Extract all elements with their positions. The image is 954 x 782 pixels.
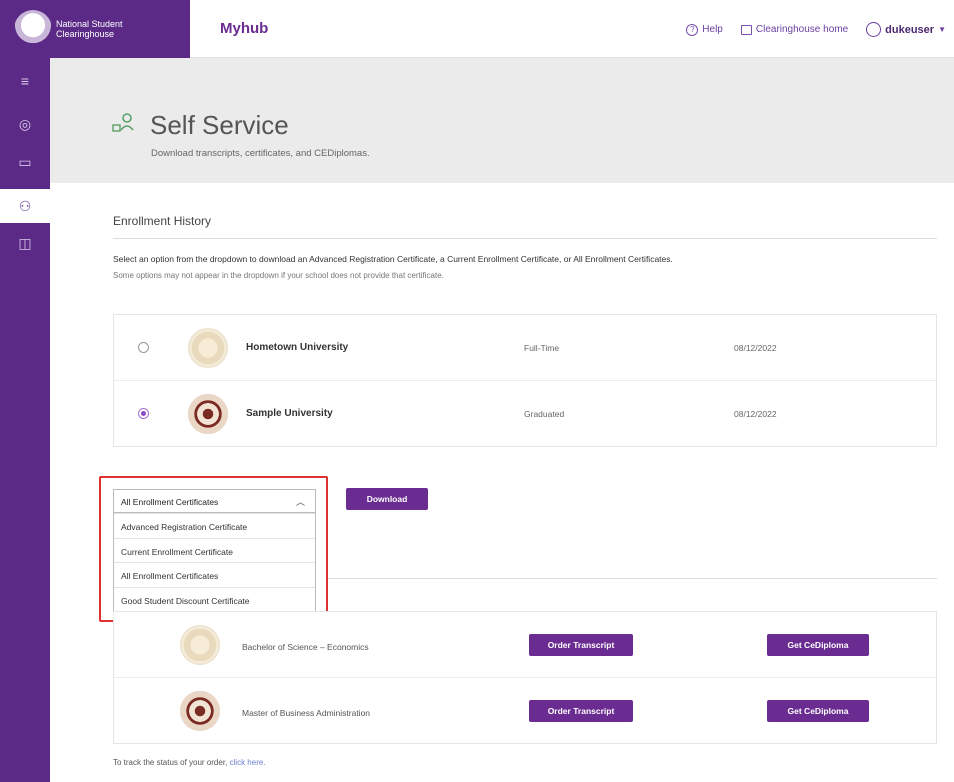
- school-seal-icon: [180, 691, 220, 731]
- degree-name: Master of Business Administration: [242, 708, 371, 718]
- menu-icon[interactable]: ≡: [0, 64, 50, 98]
- enrollment-date: 08/12/2022: [734, 343, 777, 353]
- degree-name: Bachelor of Science – Economics: [242, 642, 369, 652]
- self-service-icon[interactable]: ⚇: [0, 189, 50, 223]
- school-name: Hometown University: [246, 342, 349, 353]
- brand-line-2: Clearinghouse: [56, 29, 115, 39]
- page-subtitle: Download transcripts, certificates, and …: [151, 148, 370, 159]
- page-header: Self Service Download transcripts, certi…: [50, 58, 954, 183]
- track-order-link[interactable]: click here.: [230, 758, 266, 767]
- enrollment-date: 08/12/2022: [734, 409, 777, 419]
- clearinghouse-home-link[interactable]: Clearinghouse home: [740, 24, 849, 35]
- divider: [113, 238, 937, 239]
- school-seal-icon: [180, 625, 220, 665]
- folder-icon[interactable]: ▭: [0, 145, 50, 179]
- section-title: Enrollment History: [113, 214, 212, 228]
- top-bar: National Student Clearinghouse Myhub ? H…: [0, 0, 954, 58]
- degree-list: Bachelor of Science – Economics Order Tr…: [113, 611, 937, 744]
- school-seal-icon: [188, 394, 228, 434]
- school-seal-icon: [188, 328, 228, 368]
- help-circle-icon: ?: [686, 23, 699, 36]
- enrollment-status: Full-Time: [524, 343, 560, 353]
- instruction-note: Some options may not appear in the dropd…: [113, 271, 444, 280]
- order-transcript-button[interactable]: Order Transcript: [529, 634, 633, 656]
- top-links: ? Help Clearinghouse home dukeuser ▼: [686, 22, 946, 37]
- track-order-text: To track the status of your order, click…: [113, 758, 266, 767]
- get-cediploma-button[interactable]: Get CeDiploma: [767, 634, 869, 656]
- user-menu[interactable]: dukeuser ▼: [866, 22, 946, 37]
- track-order-label: To track the status of your order,: [113, 758, 228, 767]
- school-radio[interactable]: [138, 342, 149, 353]
- divider: [328, 578, 937, 579]
- dashboard-icon[interactable]: ◎: [0, 107, 50, 141]
- self-service-icon: [112, 113, 134, 132]
- tree-logo-icon: [14, 10, 52, 48]
- enrollment-row[interactable]: Hometown University Full-Time 08/12/2022: [114, 315, 936, 381]
- brand-line-1: National Student: [56, 19, 123, 29]
- help-label: Help: [702, 24, 723, 35]
- order-transcript-button[interactable]: Order Transcript: [529, 700, 633, 722]
- caret-down-icon: ▼: [938, 25, 946, 34]
- enrollment-row[interactable]: Sample University Graduated 08/12/2022: [114, 381, 936, 447]
- enrollment-list: Hometown University Full-Time 08/12/2022…: [113, 314, 937, 447]
- external-link-icon: [740, 24, 752, 35]
- instruction-text: Select an option from the dropdown to do…: [113, 254, 673, 264]
- username: dukeuser: [885, 23, 935, 36]
- enrollment-status: Graduated: [524, 409, 565, 419]
- degree-row: Master of Business Administration Order …: [114, 678, 936, 744]
- highlight-box: [99, 476, 328, 622]
- documents-icon[interactable]: ◫: [0, 226, 50, 260]
- help-link[interactable]: ? Help: [686, 23, 723, 36]
- download-button[interactable]: Download: [346, 488, 428, 510]
- clearinghouse-home-label: Clearinghouse home: [755, 24, 849, 35]
- school-radio[interactable]: [138, 408, 149, 419]
- get-cediploma-button[interactable]: Get CeDiploma: [767, 700, 869, 722]
- brand-name: National Student Clearinghouse: [56, 19, 123, 39]
- page-title: Self Service: [150, 110, 289, 140]
- sidebar: ≡ ◎ ▭ ⚇ ◫: [0, 58, 50, 782]
- degree-row: Bachelor of Science – Economics Order Tr…: [114, 612, 936, 678]
- school-name: Sample University: [246, 408, 333, 419]
- brand-logo[interactable]: National Student Clearinghouse: [0, 0, 190, 58]
- user-circle-icon: [866, 22, 882, 37]
- app-title: Myhub: [220, 20, 269, 37]
